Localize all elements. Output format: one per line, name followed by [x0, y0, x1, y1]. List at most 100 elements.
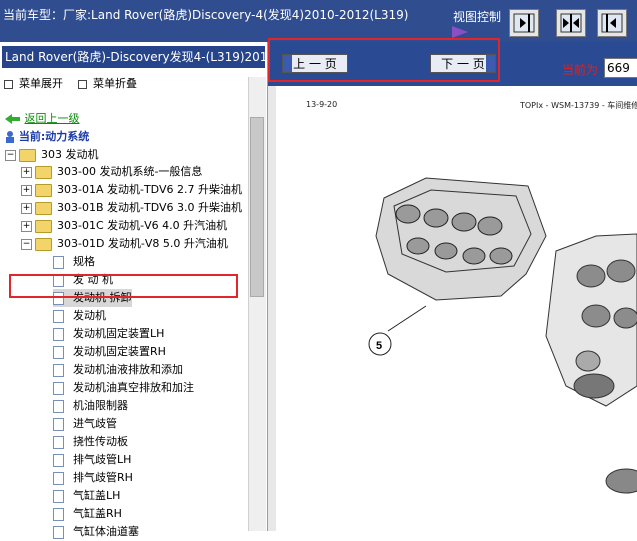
collapse-menu-button[interactable]: 菜单折叠	[78, 75, 137, 91]
document-icon	[53, 309, 64, 323]
tree-item-label: 挠性传动板	[73, 435, 128, 448]
tree-item-label: 发动机	[73, 309, 106, 322]
tree-item-label: 机油限制器	[73, 399, 128, 412]
tree-item[interactable]: 进气歧管	[53, 415, 117, 433]
tree-item[interactable]: 发动机固定装置RH	[53, 343, 166, 361]
document-icon	[53, 489, 64, 503]
folder-label: 303-01B 发动机-TDV6 3.0 升柴油机	[57, 201, 242, 214]
document-icon	[53, 471, 64, 485]
current-page-input[interactable]: 669	[604, 58, 637, 78]
folder-icon	[35, 183, 52, 197]
tree-folder-303[interactable]: − 303 发动机	[5, 146, 99, 164]
tree-scrollbar[interactable]	[248, 77, 266, 531]
tree-item[interactable]: 发动机固定装置LH	[53, 325, 164, 343]
document-icon	[53, 255, 64, 269]
folder-icon	[35, 237, 52, 251]
tree-folder-303-01A[interactable]: +303-01A 发动机-TDV6 2.7 升柴油机	[21, 181, 242, 199]
document-icon	[53, 525, 64, 539]
view-control-label: 视图控制	[453, 10, 502, 24]
tree-item-label: 发动机油液排放和添加	[73, 363, 183, 376]
current-page-label: 当前为	[562, 63, 599, 77]
collapse-icon	[78, 79, 87, 89]
engine-block-illustration: 5	[368, 177, 637, 494]
expand-node-icon[interactable]: +	[21, 220, 32, 232]
tree-item-label: 发动机固定装置LH	[73, 327, 165, 340]
folder-icon	[35, 201, 52, 215]
folder-label: 303-01C 发动机-V6 4.0 升汽油机	[57, 219, 228, 232]
document-viewer[interactable]: 13-9-20 TOPIx - WSM-13739 - 车间维修 5	[268, 86, 637, 531]
folder-label: 303-01A 发动机-TDV6 2.7 升柴油机	[57, 183, 242, 196]
tree-item-label: 气缸体油道塞	[73, 525, 139, 538]
tree-item-label: 气缸盖RH	[73, 507, 122, 520]
document-icon	[53, 345, 64, 359]
tree-item[interactable]: 规格	[53, 253, 95, 271]
top-bar: 当前车型：厂家:Land Rover(路虎)Discovery-4(发现4)20…	[0, 0, 637, 42]
back-link[interactable]: 返回上一级	[5, 110, 80, 126]
document-icon	[53, 381, 64, 395]
tree-folder-303-01D[interactable]: − 303-01D 发动机-V8 5.0 升汽油机	[21, 235, 228, 253]
panel-left-icon	[601, 13, 623, 33]
tree-item[interactable]: 排气歧管RH	[53, 469, 133, 487]
current-section: 当前:动力系统	[5, 128, 89, 144]
tree-item-label: 规格	[73, 255, 95, 268]
tree-item[interactable]: 气缸盖RH	[53, 505, 122, 523]
document-page: 13-9-20 TOPIx - WSM-13739 - 车间维修 5	[276, 86, 637, 531]
expand-node-icon[interactable]: +	[21, 202, 32, 214]
tree-item[interactable]: 发动机油真空排放和加注	[53, 379, 194, 397]
tree-item-label: 发动机油真空排放和加注	[73, 381, 194, 394]
tree-item[interactable]: 排气歧管LH	[53, 451, 131, 469]
tree-item[interactable]: 气缸体油道塞	[53, 523, 139, 541]
expand-menu-button[interactable]: 菜单展开	[4, 75, 63, 91]
panel-right-icon	[513, 13, 535, 33]
selected-folder-highlight	[9, 274, 238, 298]
document-icon	[53, 399, 64, 413]
expand-icon	[4, 79, 13, 89]
current-section-label: 当前:动力系统	[18, 130, 90, 143]
tree-item[interactable]: 发动机	[53, 307, 106, 325]
document-icon	[53, 327, 64, 341]
folder-icon	[35, 219, 52, 233]
document-icon	[53, 363, 64, 377]
view-left-panel-button[interactable]	[509, 9, 539, 37]
document-icon	[53, 453, 64, 467]
expand-menu-label: 菜单展开	[19, 77, 63, 90]
tree-item-label: 气缸盖LH	[73, 489, 121, 502]
split-view-icon	[560, 13, 582, 33]
callout-number: 5	[376, 340, 382, 352]
folder-label: 303-00 发动机系统-一般信息	[57, 165, 203, 178]
collapse-node-icon[interactable]: −	[21, 238, 32, 250]
tree-item[interactable]: 气缸盖LH	[53, 487, 120, 505]
view-right-panel-button[interactable]	[597, 9, 627, 37]
vehicle-model-title: 当前车型：厂家:Land Rover(路虎)Discovery-4(发现4)20…	[3, 8, 409, 22]
tree-folder-303-01B[interactable]: +303-01B 发动机-TDV6 3.0 升柴油机	[21, 199, 242, 217]
nav-buttons-highlight	[268, 38, 500, 82]
expand-node-icon[interactable]: +	[21, 184, 32, 196]
tree-folder-303-01C[interactable]: +303-01C 发动机-V6 4.0 升汽油机	[21, 217, 227, 235]
document-icon	[53, 507, 64, 521]
folder-icon	[19, 148, 36, 162]
document-icon	[53, 435, 64, 449]
person-icon	[6, 131, 14, 143]
folder-label: 303-01D 发动机-V8 5.0 升汽油机	[57, 237, 228, 250]
folder-icon	[35, 165, 52, 179]
navigation-panel: Land Rover(路虎)-Discovery发现4-(L319)2010-2…	[0, 42, 268, 539]
document-icon	[53, 417, 64, 431]
folder-label: 303 发动机	[41, 148, 99, 161]
collapse-menu-label: 菜单折叠	[93, 77, 137, 90]
back-link-label: 返回上一级	[24, 112, 80, 125]
expand-node-icon[interactable]: +	[21, 166, 32, 178]
back-arrow-icon	[5, 114, 20, 124]
tree-folder-303-00[interactable]: +303-00 发动机系统-一般信息	[21, 163, 202, 181]
collapse-node-icon[interactable]: −	[5, 149, 16, 161]
document-title: Land Rover(路虎)-Discovery发现4-(L319)2010-2…	[2, 46, 265, 68]
tree-item[interactable]: 机油限制器	[53, 397, 128, 415]
pointer-arrow-icon	[452, 26, 468, 38]
tree-item-label: 发动机固定装置RH	[73, 345, 166, 358]
view-split-button[interactable]	[556, 9, 586, 37]
tree-item[interactable]: 挠性传动板	[53, 433, 128, 451]
tree-item-label: 排气歧管RH	[73, 471, 133, 484]
tree-item-label: 排气歧管LH	[73, 453, 132, 466]
tree-item[interactable]: 发动机油液排放和添加	[53, 361, 183, 379]
tree-item-label: 进气歧管	[73, 417, 117, 430]
scrollbar-thumb[interactable]	[250, 117, 264, 297]
